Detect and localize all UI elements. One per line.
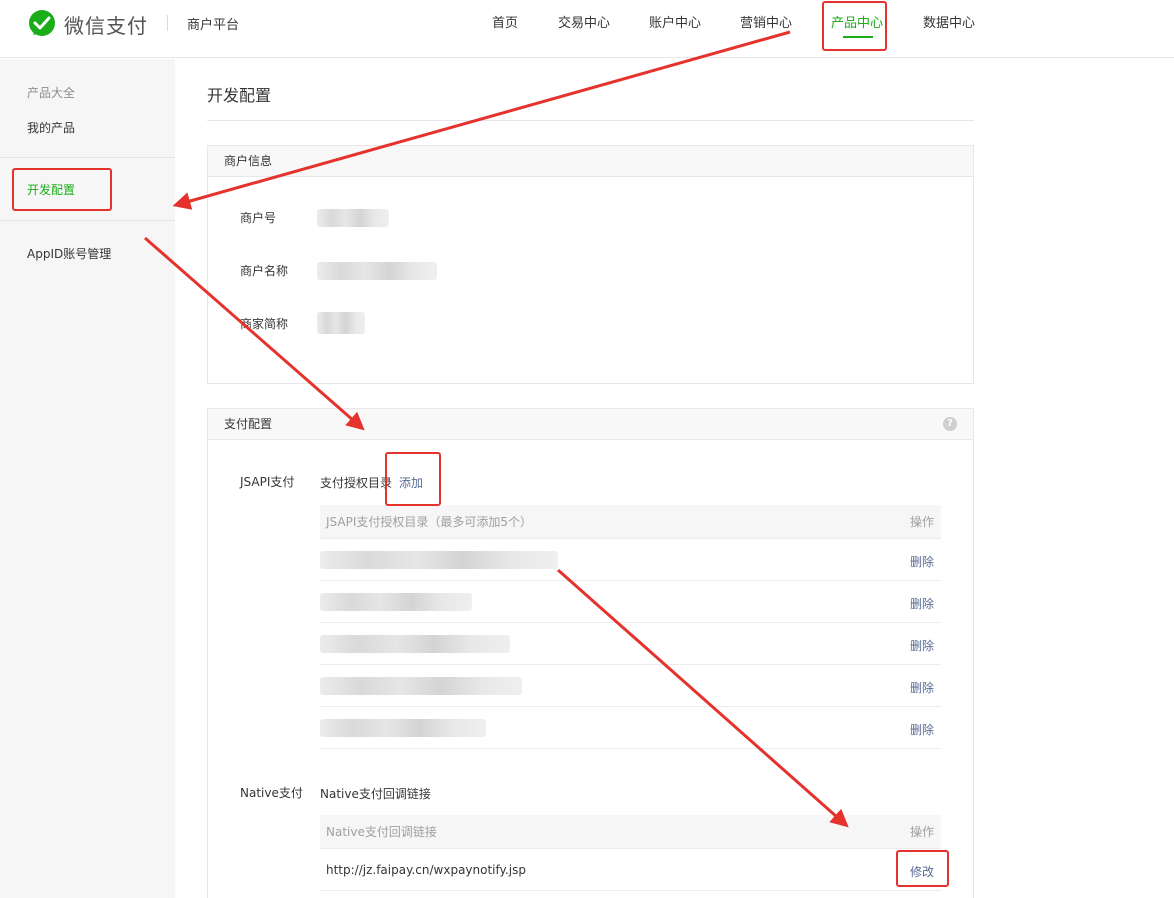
callback-url: http://jz.faipay.cn/wxpaynotify.jsp: [326, 863, 526, 877]
table-row: 删除: [320, 623, 941, 665]
top-header: 微信支付 商户平台 首页 交易中心 账户中心 营销中心 产品中心 数据中心: [0, 0, 1174, 58]
wechat-pay-logo[interactable]: 微信支付: [27, 9, 148, 39]
auth-dir-redacted: [320, 719, 486, 737]
field-merchant-id-label: 商户号: [240, 211, 277, 225]
title-divider: [207, 120, 974, 121]
sidebar-group-title: 产品大全: [27, 86, 76, 100]
auth-dir-redacted: [320, 677, 522, 695]
delete-link[interactable]: 删除: [910, 721, 934, 738]
nav-products[interactable]: 产品中心: [831, 12, 883, 31]
table-header-dir: JSAPI支付授权目录（最多可添加5个）: [326, 515, 532, 529]
delete-link[interactable]: 删除: [910, 595, 934, 612]
table-row: 删除: [320, 539, 941, 581]
platform-name: 商户平台: [187, 18, 240, 33]
nav-transactions[interactable]: 交易中心: [558, 12, 610, 31]
sidebar-item-my-products[interactable]: 我的产品: [27, 119, 75, 136]
sidebar-divider: [0, 220, 175, 221]
delete-link[interactable]: 删除: [910, 637, 934, 654]
table-header-callback: Native支付回调链接: [326, 825, 437, 839]
jsapi-label: JSAPI支付: [240, 475, 295, 489]
nav-active-indicator: [843, 36, 873, 38]
auth-dir-redacted: [320, 635, 510, 653]
add-auth-dir-link[interactable]: 添加: [399, 474, 423, 491]
panel-header: 商户信息: [208, 146, 973, 177]
panel-header: 支付配置 ?: [208, 409, 973, 440]
sidebar-item-dev-config[interactable]: 开发配置: [27, 181, 75, 198]
table-header-op: 操作: [909, 515, 934, 529]
sidebar-item-appid[interactable]: AppID账号管理: [27, 245, 111, 262]
page-title: 开发配置: [207, 86, 272, 105]
delete-link[interactable]: 删除: [910, 553, 934, 570]
sidebar-divider: [0, 157, 175, 158]
auth-dir-redacted: [320, 593, 472, 611]
header-divider: [167, 15, 168, 31]
merchant-name-value-redacted: [317, 262, 437, 280]
merchant-id-value-redacted: [317, 209, 389, 227]
table-header-op: 操作: [909, 825, 934, 839]
sidebar: 产品大全 我的产品 开发配置 AppID账号管理: [0, 59, 175, 898]
table-row: 删除: [320, 581, 941, 623]
jsapi-auth-table: JSAPI支付授权目录（最多可添加5个） 操作 删除 删除 删除 删除 删除: [320, 505, 941, 749]
table-row: 删除: [320, 665, 941, 707]
brand-name: 微信支付: [64, 13, 148, 38]
auth-dir-redacted: [320, 551, 558, 569]
field-merchant-name-label: 商户名称: [240, 264, 289, 278]
delete-link[interactable]: 删除: [910, 679, 934, 696]
native-label: Native支付: [240, 786, 303, 800]
table-row: 删除: [320, 707, 941, 749]
wechat-pay-icon: [29, 10, 55, 36]
nav-account[interactable]: 账户中心: [649, 12, 701, 31]
native-callback-label: Native支付回调链接: [320, 787, 431, 801]
field-short-name-label: 商家简称: [240, 317, 289, 331]
native-callback-table: Native支付回调链接 操作 http://jz.faipay.cn/wxpa…: [320, 815, 941, 891]
nav-data[interactable]: 数据中心: [923, 12, 975, 31]
nav-marketing[interactable]: 营销中心: [740, 12, 792, 31]
table-header: Native支付回调链接 操作: [320, 815, 941, 849]
help-icon[interactable]: ?: [943, 417, 957, 431]
short-name-value-redacted: [317, 312, 365, 334]
nav-home[interactable]: 首页: [492, 12, 518, 31]
table-row: http://jz.faipay.cn/wxpaynotify.jsp 修改: [320, 849, 941, 891]
edit-link[interactable]: 修改: [910, 863, 934, 880]
table-header: JSAPI支付授权目录（最多可添加5个） 操作: [320, 505, 941, 539]
panel-title: 支付配置: [224, 417, 273, 431]
auth-dir-label: 支付授权目录: [320, 476, 393, 490]
